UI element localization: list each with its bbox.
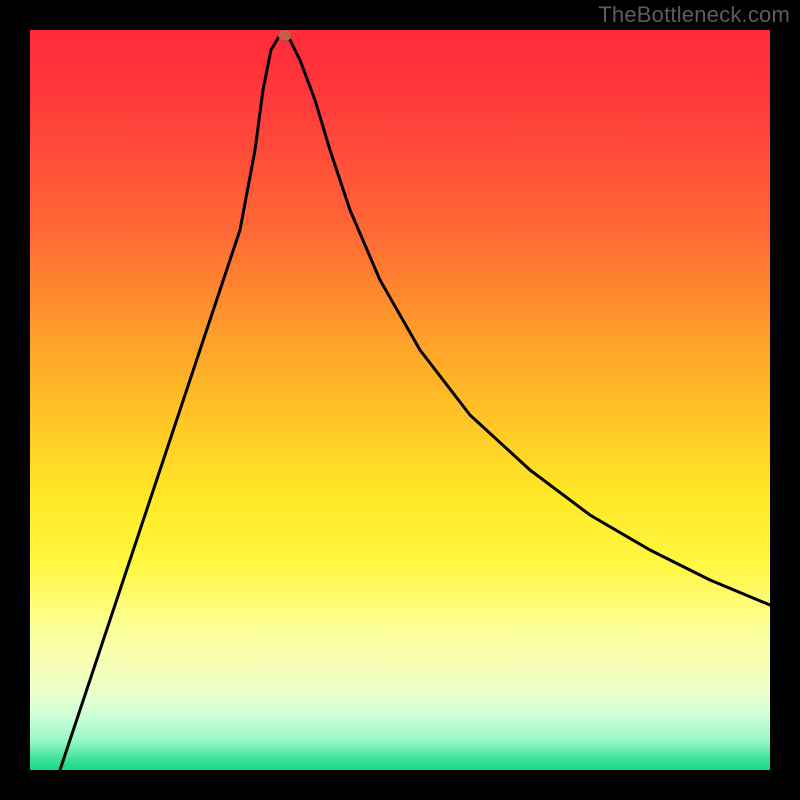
watermark-text: TheBottleneck.com [598, 2, 790, 28]
bottleneck-curve [30, 30, 770, 770]
plot-area [30, 30, 770, 770]
chart-frame: TheBottleneck.com [0, 0, 800, 800]
